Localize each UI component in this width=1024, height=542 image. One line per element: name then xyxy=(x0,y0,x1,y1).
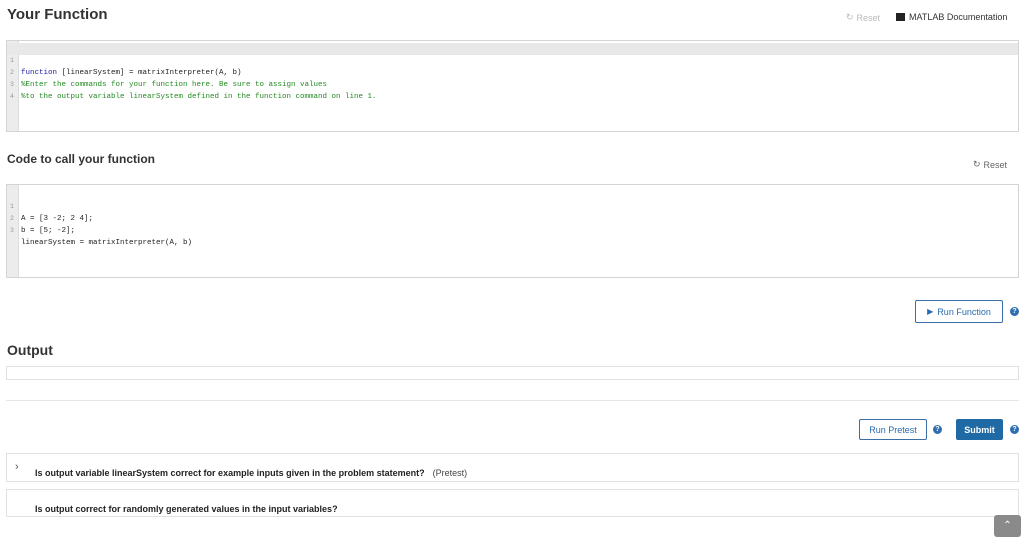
run-pretest-label: Run Pretest xyxy=(869,424,917,435)
reset-call-button[interactable]: ↻ Reset xyxy=(973,159,1007,170)
function-editor[interactable]: 1 function [linearSystem] = matrixInterp… xyxy=(6,40,1019,132)
output-box xyxy=(6,366,1019,380)
reset-function-button[interactable]: ↻ Reset xyxy=(846,12,880,23)
chevron-up-icon: ⌃ xyxy=(1003,520,1012,531)
reset-icon: ↻ xyxy=(846,12,854,22)
submit-help-icon[interactable]: ? xyxy=(1010,425,1019,434)
matlab-doc-icon xyxy=(896,13,905,21)
run-function-button[interactable]: ▶ Run Function xyxy=(915,300,1003,323)
editor-line[interactable]: 2 %Enter the commands for your function … xyxy=(7,55,1018,89)
matlab-documentation-link[interactable]: MATLAB Documentation xyxy=(896,12,1007,22)
editor-line[interactable]: 2 b = [5; -2]; xyxy=(7,201,1018,235)
output-title: Output xyxy=(7,342,53,358)
test-item-label: Is output correct for randomly generated… xyxy=(35,499,338,517)
editor-line[interactable]: 1 function [linearSystem] = matrixInterp… xyxy=(7,43,1018,77)
play-icon: ▶ xyxy=(927,307,934,316)
run-function-label: Run Function xyxy=(937,306,991,317)
editor-line[interactable]: 1 A = [3 -2; 2 4]; xyxy=(7,189,1018,223)
code-comment: %to the output variable linearSystem def… xyxy=(21,93,377,101)
call-function-title: Code to call your function xyxy=(7,152,156,166)
run-function-help-icon[interactable]: ? xyxy=(1010,307,1019,316)
call-editor[interactable]: 1 A = [3 -2; 2 4]; 2 b = [5; -2]; 3 line… xyxy=(6,184,1019,278)
line-number: 3 xyxy=(10,227,14,234)
test-question: Is output correct for randomly generated… xyxy=(35,504,338,514)
submit-button[interactable]: Submit xyxy=(956,419,1003,440)
run-pretest-help-icon[interactable]: ? xyxy=(933,425,942,434)
run-pretest-button[interactable]: Run Pretest xyxy=(859,419,927,440)
matlab-doc-label: MATLAB Documentation xyxy=(909,12,1008,22)
divider xyxy=(6,400,1019,401)
reset-call-label: Reset xyxy=(983,159,1008,170)
code-text: b = [5; -2]; xyxy=(21,227,76,235)
editor-line[interactable]: 3 linearSystem = matrixInterpreter(A, b) xyxy=(7,213,1018,247)
reset-icon: ↻ xyxy=(973,159,981,169)
submit-label: Submit xyxy=(964,424,995,435)
chevron-right-icon[interactable]: › xyxy=(15,461,19,473)
test-question: Is output variable linearSystem correct … xyxy=(35,468,425,478)
reset-function-label: Reset xyxy=(856,12,881,23)
test-item-random[interactable]: Is output correct for randomly generated… xyxy=(6,489,1019,517)
test-item-pretest[interactable]: › Is output variable linearSystem correc… xyxy=(6,453,1019,482)
test-item-label: Is output variable linearSystem correct … xyxy=(35,463,467,481)
pretest-tag: (Pretest) xyxy=(432,468,468,478)
line-number: 4 xyxy=(10,93,14,100)
editor-line[interactable]: 4 xyxy=(7,79,1018,100)
scroll-top-button[interactable]: ⌃ xyxy=(994,515,1021,537)
code-text: linearSystem = matrixInterpreter(A, b) xyxy=(21,239,193,247)
editor-line[interactable]: 3 %to the output variable linearSystem d… xyxy=(7,67,1018,101)
your-function-title: Your Function xyxy=(7,6,108,23)
